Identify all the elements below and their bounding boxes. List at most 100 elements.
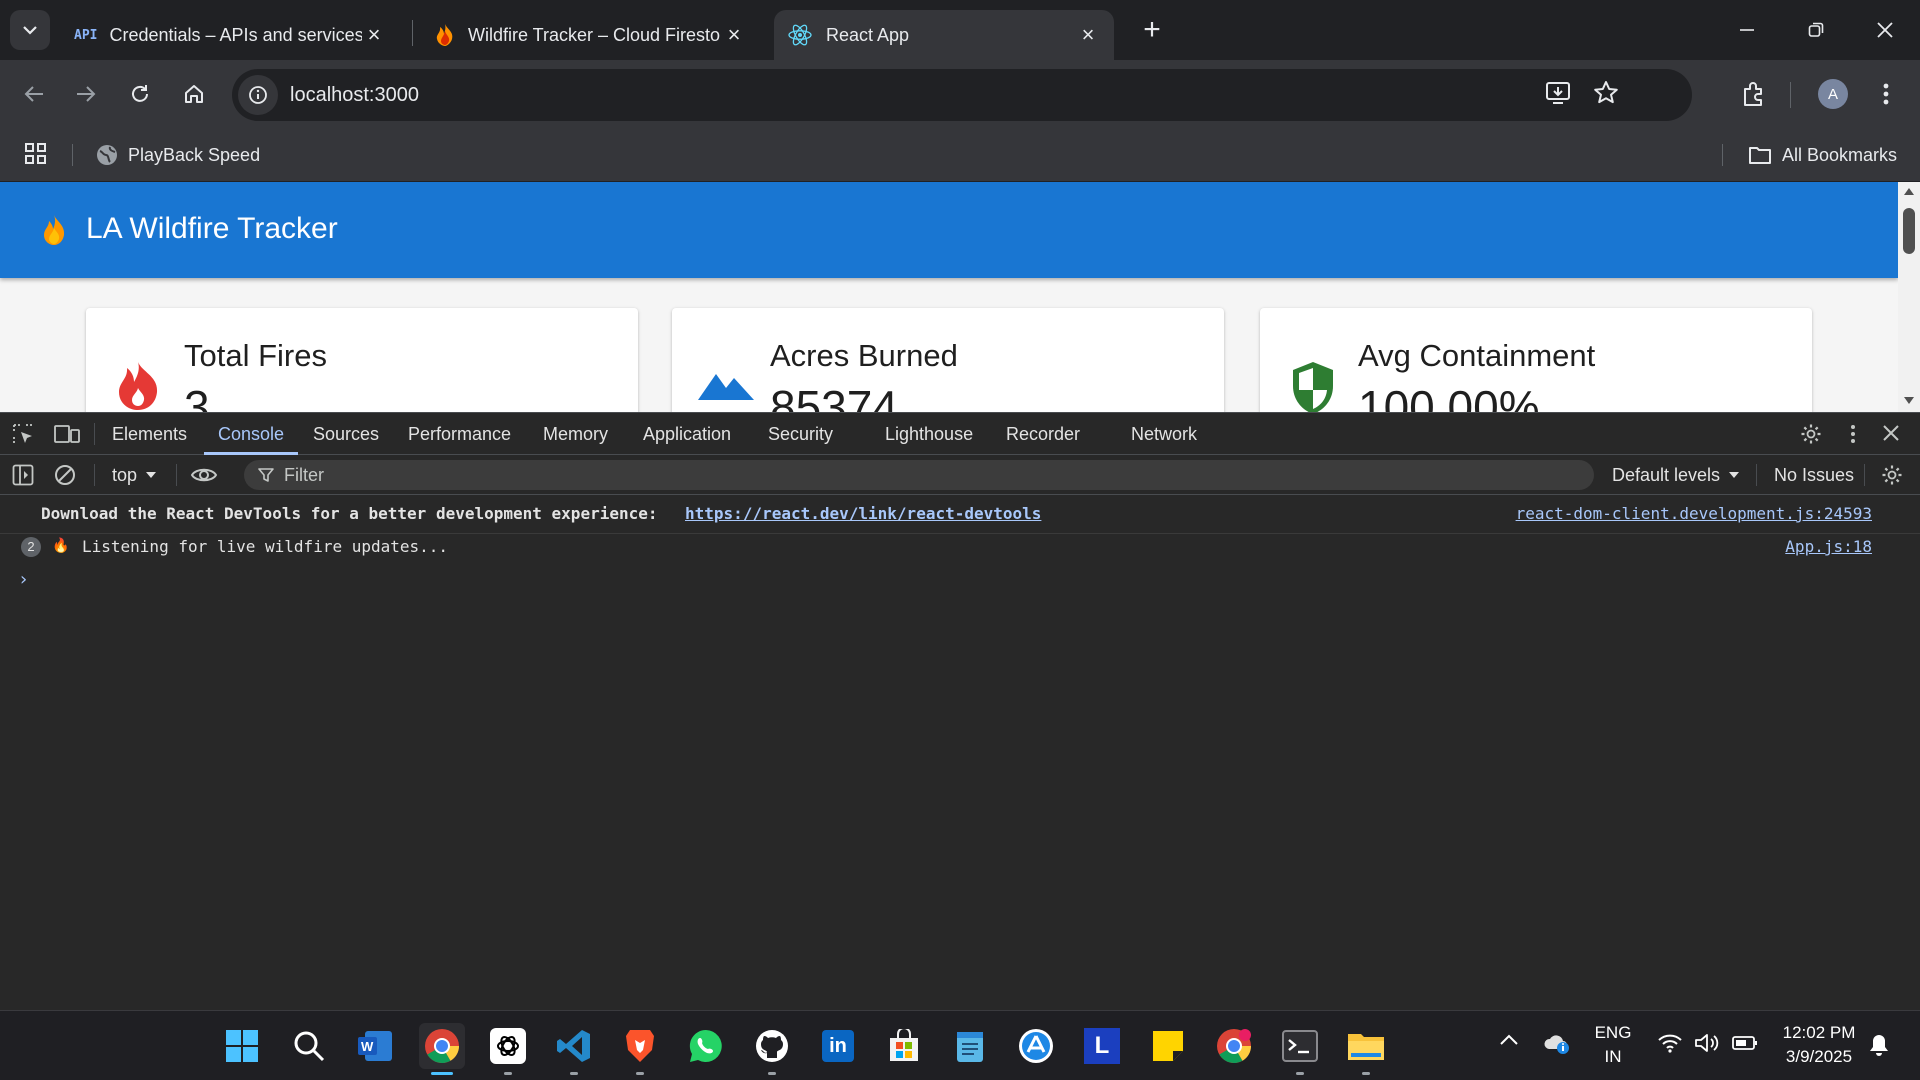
taskbar-app-file-explorer[interactable]	[1343, 1023, 1389, 1075]
devtools-tab-lighthouse[interactable]: Lighthouse	[885, 413, 973, 455]
back-button[interactable]	[14, 74, 54, 114]
taskbar-search-button[interactable]	[286, 1023, 332, 1069]
taskbar-app-microsoft-store[interactable]	[881, 1023, 927, 1069]
new-tab-button[interactable]: +	[1128, 10, 1176, 50]
page-scrollbar[interactable]	[1898, 182, 1920, 412]
console-toolbar: top Filter Default levels No Issues	[0, 455, 1920, 495]
start-button[interactable]	[219, 1023, 265, 1069]
extensions-button[interactable]	[1734, 74, 1774, 114]
prompt-chevron-icon: ›	[18, 569, 29, 590]
install-app-button[interactable]	[1544, 79, 1572, 112]
devtools-tab-performance[interactable]: Performance	[408, 413, 511, 455]
app-title: LA Wildfire Tracker	[86, 212, 338, 245]
chrome-menu-button[interactable]	[1866, 74, 1906, 114]
browser-toolbar: localhost:3000 A	[0, 60, 1920, 128]
context-selector[interactable]: top	[112, 462, 157, 488]
taskbar-app-notepad[interactable]	[947, 1023, 993, 1069]
taskbar-app-vscode[interactable]	[551, 1023, 597, 1075]
taskbar-app-linkedin[interactable]: in	[815, 1023, 861, 1069]
notifications-button[interactable]	[1868, 1033, 1890, 1062]
devtools-tab-elements[interactable]: Elements	[112, 413, 187, 455]
devtools-tab-recorder[interactable]: Recorder	[1006, 413, 1080, 455]
device-toolbar-button[interactable]	[54, 423, 80, 450]
console-filter-input[interactable]: Filter	[244, 460, 1594, 490]
home-button[interactable]	[174, 74, 214, 114]
taskbar-app-app-store[interactable]	[1013, 1023, 1059, 1069]
taskbar-app-terminal[interactable]	[1277, 1023, 1323, 1075]
app-store-icon	[1019, 1029, 1053, 1063]
bookmarks-bar: PlayBack Speed All Bookmarks	[0, 128, 1920, 182]
issues-counter[interactable]: No Issues	[1774, 462, 1854, 488]
tab-firestore[interactable]: Wildfire Tracker – Cloud Firesto ×	[420, 10, 760, 60]
console-source-link[interactable]: react-dom-client.development.js:24593	[1516, 504, 1872, 523]
devtools-tab-sources[interactable]: Sources	[313, 413, 379, 455]
close-window-button[interactable]	[1862, 10, 1908, 50]
bookmark-playback-speed[interactable]: PlayBack Speed	[96, 140, 260, 170]
apps-grid-icon	[25, 143, 46, 164]
system-status-group[interactable]	[1658, 1033, 1758, 1053]
scroll-up-arrow-icon[interactable]	[1903, 186, 1915, 196]
taskbar-app-brave[interactable]	[617, 1023, 663, 1075]
minimize-icon	[1740, 29, 1754, 31]
live-expression-button[interactable]	[190, 464, 218, 491]
profile-button[interactable]: A	[1813, 74, 1853, 114]
taskbar-app-chrome[interactable]	[419, 1023, 465, 1075]
show-hidden-icons-button[interactable]	[1500, 1033, 1518, 1051]
minimize-button[interactable]	[1724, 10, 1770, 50]
address-bar[interactable]: localhost:3000	[232, 69, 1692, 121]
tab-search-button[interactable]	[10, 10, 50, 50]
taskbar-app-github[interactable]	[749, 1023, 795, 1075]
close-icon[interactable]: ×	[722, 22, 746, 47]
devtools-close-button[interactable]	[1882, 424, 1900, 447]
taskbar-app-letterboxd[interactable]: L	[1079, 1023, 1125, 1069]
inspect-element-button[interactable]	[12, 423, 34, 450]
taskbar-app-sticky-notes[interactable]	[1145, 1023, 1191, 1069]
chrome-icon	[425, 1029, 459, 1063]
devtools-menu-button[interactable]	[1850, 423, 1856, 450]
card-title: Avg Containment	[1358, 338, 1596, 373]
url-text[interactable]: localhost:3000	[290, 84, 419, 107]
clear-console-button[interactable]	[54, 464, 76, 491]
input-region[interactable]: IN	[1590, 1047, 1636, 1067]
console-sidebar-button[interactable]	[12, 464, 34, 491]
devtools-tab-application[interactable]: Application	[643, 413, 731, 455]
restore-button[interactable]	[1793, 10, 1839, 50]
console-prompt[interactable]: ›	[0, 569, 1920, 599]
wifi-icon	[1658, 1034, 1682, 1053]
windows-taskbar: W in L ENG IN 12:02 PM 3/9/2025	[0, 1010, 1920, 1080]
bookmark-star-button[interactable]	[1592, 79, 1620, 112]
info-icon	[249, 86, 267, 104]
devtools-tab-memory[interactable]: Memory	[543, 413, 608, 455]
scrollbar-thumb[interactable]	[1903, 208, 1915, 254]
site-info-button[interactable]	[238, 75, 278, 115]
clock-time[interactable]: 12:02 PM	[1764, 1023, 1874, 1043]
close-icon[interactable]: ×	[1076, 22, 1100, 47]
forward-button[interactable]	[66, 74, 106, 114]
context-label: top	[112, 464, 138, 485]
tab-react-app[interactable]: React App ×	[774, 10, 1114, 60]
clock-date[interactable]: 3/9/2025	[1764, 1047, 1874, 1067]
taskbar-app-word[interactable]: W	[352, 1023, 398, 1069]
devtools-tab-console[interactable]: Console	[204, 413, 299, 455]
taskbar-app-whatsapp[interactable]	[683, 1023, 729, 1069]
app-indicator	[1362, 1072, 1370, 1075]
filter-icon	[258, 468, 274, 482]
taskbar-app-chatgpt[interactable]	[485, 1023, 531, 1075]
all-bookmarks-button[interactable]: All Bookmarks	[1748, 140, 1897, 170]
inspect-icon	[13, 424, 32, 443]
scroll-down-arrow-icon[interactable]	[1903, 396, 1915, 406]
taskbar-app-chrome-profile[interactable]	[1211, 1023, 1257, 1069]
input-language[interactable]: ENG	[1590, 1023, 1636, 1043]
close-icon[interactable]: ×	[362, 22, 386, 47]
devtools-tab-security[interactable]: Security	[768, 413, 833, 455]
apps-button[interactable]	[24, 142, 48, 171]
tab-credentials[interactable]: API Credentials – APIs and services ×	[60, 10, 400, 60]
devtools-settings-button[interactable]	[1800, 423, 1822, 450]
reload-button[interactable]	[120, 74, 160, 114]
console-settings-button[interactable]	[1881, 464, 1903, 491]
react-devtools-link[interactable]: https://react.dev/link/react-devtools	[685, 504, 1041, 523]
console-source-link[interactable]: App.js:18	[1785, 537, 1872, 556]
log-levels-dropdown[interactable]: Default levels	[1612, 462, 1740, 488]
onedrive-status[interactable]	[1543, 1031, 1571, 1060]
devtools-tab-network[interactable]: Network	[1131, 413, 1197, 455]
